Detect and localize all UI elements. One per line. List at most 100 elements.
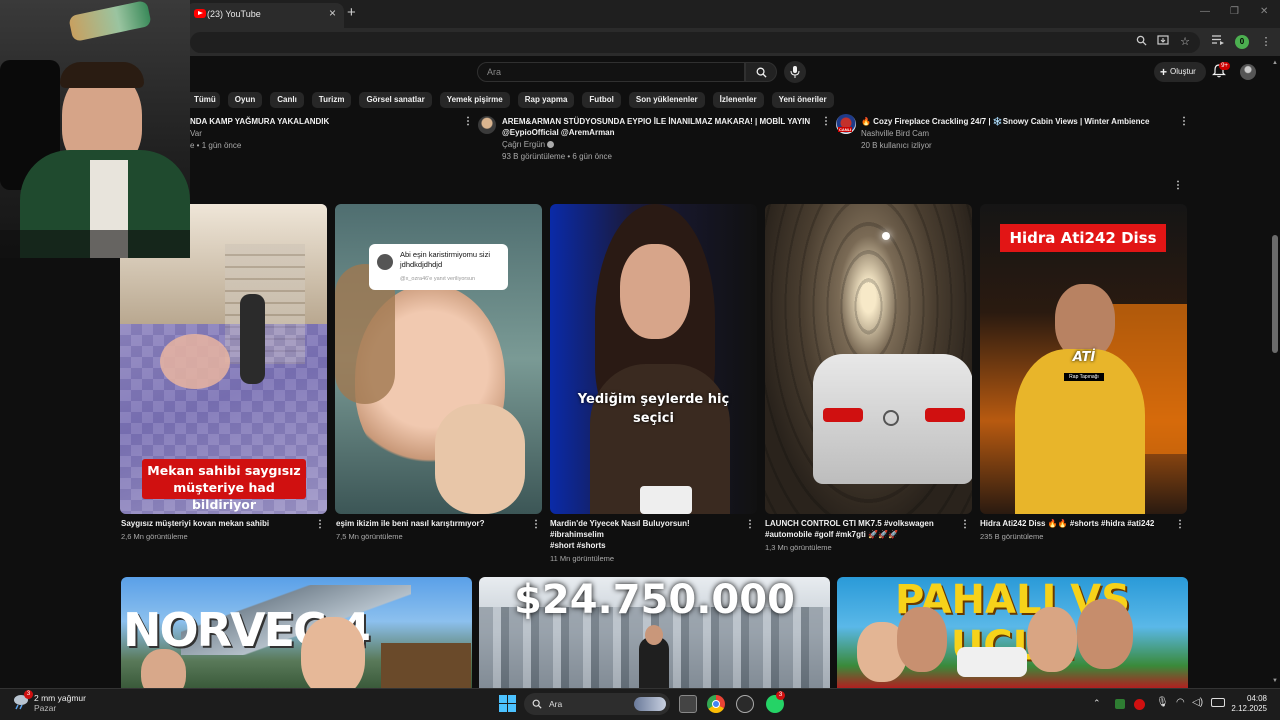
comment-overlay: Abi eşin karistirmiyomu sizi jdhdkdjdhdj…: [369, 244, 508, 290]
chip-recently-uploaded[interactable]: Son yüklenenler: [628, 92, 705, 108]
short-title-line2[interactable]: #automobile #golf #mk7gti 🚀🚀🚀: [765, 529, 960, 540]
more-options-icon[interactable]: ⋮: [1179, 117, 1189, 127]
short-info[interactable]: Mardin'de Yiyecek Nasıl Buluyorsun! #ibr…: [550, 518, 745, 564]
account-avatar[interactable]: [1240, 64, 1256, 80]
short-title[interactable]: Hidra Ati242 Diss 🔥🔥 #shorts #hidra #ati…: [980, 518, 1175, 529]
short-info[interactable]: eşim ikizim ile beni nasıl karıştırmıyor…: [336, 518, 531, 542]
maximize-icon[interactable]: ❐: [1230, 6, 1239, 17]
short-title-line1[interactable]: LAUNCH CONTROL GTI MK7.5 #volkswagen: [765, 518, 960, 529]
video-thumbnail[interactable]: NORVEÇ 4: [121, 577, 472, 688]
weather-widget[interactable]: 2 mm yağmur Pazar: [34, 693, 86, 713]
channel-avatar[interactable]: [478, 116, 496, 134]
bookmark-star-icon[interactable]: ☆: [1178, 35, 1192, 49]
window-close-icon[interactable]: ✕: [1260, 6, 1268, 17]
tray-app-icon[interactable]: [1115, 699, 1125, 709]
media-controls-icon[interactable]: [1211, 35, 1225, 49]
more-options-icon[interactable]: ⋮: [463, 117, 473, 127]
taskbar-clock[interactable]: 04:08 2.12.2025: [1229, 694, 1267, 714]
more-options-icon[interactable]: ⋮: [960, 520, 970, 530]
scroll-up-icon[interactable]: ▲: [1272, 60, 1278, 66]
video-title[interactable]: 🔥 Cozy Fireplace Crackling 24/7 | ❄️Snow…: [861, 116, 1149, 127]
short-info[interactable]: Saygısız müşteriyi kovan mekan sahibi 2,…: [121, 518, 316, 542]
short-info[interactable]: LAUNCH CONTROL GTI MK7.5 #volkswagen #au…: [765, 518, 960, 553]
more-options-icon[interactable]: ⋮: [745, 520, 755, 530]
chip-visual-arts[interactable]: Görsel sanatlar: [359, 92, 432, 108]
install-app-icon[interactable]: [1156, 35, 1170, 49]
show-hidden-icons[interactable]: ⌃: [1093, 698, 1101, 709]
video-info-1[interactable]: NDA KAMP YAĞMURA YAKALANDIK Var e • 1 gü…: [190, 116, 329, 151]
create-button[interactable]: + Oluştur: [1154, 62, 1206, 82]
short-title-line2[interactable]: #short #shorts: [550, 540, 745, 551]
windows-start-icon[interactable]: [499, 695, 517, 713]
video-channel[interactable]: Çağrı Ergün: [502, 139, 810, 150]
plus-icon: +: [1160, 65, 1168, 79]
short-thumbnail[interactable]: Abi eşin karistirmiyomu sizi jdhdkdjdhdj…: [335, 204, 542, 514]
video-title-line1[interactable]: AREM&ARMAN STÜDYOSUNDA EYPIO İLE İNANILM…: [502, 116, 810, 127]
search-button[interactable]: [745, 62, 777, 82]
video-info-2[interactable]: AREM&ARMAN STÜDYOSUNDA EYPIO İLE İNANILM…: [502, 116, 810, 162]
short-overlay-sub: Rap Tapınağı: [1064, 373, 1104, 381]
chip-new-suggestions[interactable]: Yeni öneriler: [771, 92, 834, 108]
address-bar[interactable]: [190, 32, 1200, 53]
shorts-shelf-menu-icon[interactable]: ⋮: [1173, 181, 1183, 191]
video-info-3[interactable]: 🔥 Cozy Fireplace Crackling 24/7 | ❄️Snow…: [861, 116, 1149, 151]
microphone-tray-icon[interactable]: 🎙: [1156, 697, 1169, 708]
short-thumbnail[interactable]: [765, 204, 972, 514]
chrome-icon[interactable]: [707, 695, 725, 713]
chip-watched[interactable]: İzlenenler: [712, 92, 764, 108]
video-channel[interactable]: Var: [190, 128, 329, 139]
profile-avatar-icon[interactable]: 0: [1235, 35, 1249, 49]
more-options-icon[interactable]: ⋮: [821, 117, 831, 127]
video-title[interactable]: NDA KAMP YAĞMURA YAKALANDIK: [190, 116, 329, 127]
battery-icon[interactable]: [1211, 698, 1225, 707]
video-thumbnail[interactable]: $24.750.000: [479, 577, 830, 688]
chip-football[interactable]: Futbol: [582, 92, 621, 108]
channel-avatar-live[interactable]: CANLI: [836, 114, 856, 134]
minimize-icon[interactable]: —: [1200, 6, 1210, 17]
video-title-line2[interactable]: @EypioOfficial @AremArman: [502, 127, 810, 138]
more-options-icon[interactable]: ⋮: [315, 520, 325, 530]
create-label: Oluştur: [1170, 67, 1196, 77]
taskbar-search[interactable]: Ara: [524, 693, 670, 715]
browser-menu-icon[interactable]: ⋮: [1259, 35, 1273, 49]
short-thumbnail[interactable]: Yediğim şeylerde hiç seçici: [550, 204, 757, 514]
search-highlight-icon: [634, 697, 666, 711]
weather-condition: 2 mm yağmur: [34, 693, 86, 703]
new-tab-button[interactable]: +: [347, 4, 356, 21]
scroll-down-icon[interactable]: ▼: [1272, 678, 1278, 684]
volume-icon[interactable]: ◁): [1192, 697, 1203, 708]
page-scrollbar-track[interactable]: [1270, 56, 1280, 688]
tray-record-icon[interactable]: [1134, 699, 1145, 710]
chip-rap[interactable]: Rap yapma: [517, 92, 575, 108]
commenter-avatar: [377, 254, 393, 270]
tab-close-icon[interactable]: ×: [329, 6, 336, 20]
more-options-icon[interactable]: ⋮: [1175, 520, 1185, 530]
page-scrollbar-thumb[interactable]: [1272, 235, 1278, 353]
obs-icon[interactable]: [736, 695, 754, 713]
chip-game[interactable]: Oyun: [227, 92, 263, 108]
zoom-icon[interactable]: [1134, 35, 1148, 49]
chip-cooking[interactable]: Yemek pişirme: [439, 92, 510, 108]
short-views: 2,6 Mn görüntüleme: [121, 532, 188, 541]
search-input[interactable]: Ara: [477, 62, 745, 82]
short-views: 11 Mn görüntüleme: [550, 554, 615, 563]
video-thumbnail[interactable]: PAHALI VS UCUZ: [837, 577, 1188, 688]
whatsapp-icon[interactable]: 3: [766, 691, 785, 713]
weather-widget-icon[interactable]: 3: [12, 690, 34, 714]
chip-tourism[interactable]: Turizm: [311, 92, 352, 108]
more-options-icon[interactable]: ⋮: [531, 520, 541, 530]
short-title-line1[interactable]: Mardin'de Yiyecek Nasıl Buluyorsun! #ibr…: [550, 518, 745, 540]
chip-live[interactable]: Canlı: [270, 92, 304, 108]
short-overlay-name: ATİ: [1072, 350, 1096, 365]
short-title[interactable]: eşim ikizim ile beni nasıl karıştırmıyor…: [336, 518, 531, 529]
task-view-icon[interactable]: [679, 695, 697, 713]
video-channel[interactable]: Nashville Bird Cam: [861, 128, 1149, 139]
whatsapp-badge: 3: [776, 691, 785, 700]
short-info[interactable]: Hidra Ati242 Diss 🔥🔥 #shorts #hidra #ati…: [980, 518, 1175, 542]
voice-search-button[interactable]: [784, 61, 806, 83]
browser-tab-youtube[interactable]: (23) YouTube ×: [186, 3, 344, 28]
short-title[interactable]: Saygısız müşteriyi kovan mekan sahibi: [121, 518, 316, 529]
clock-time: 04:08: [1246, 694, 1267, 703]
short-thumbnail[interactable]: Hidra Ati242 Diss ATİ Rap Tapınağı: [980, 204, 1187, 514]
wifi-icon[interactable]: ◠: [1176, 697, 1185, 708]
